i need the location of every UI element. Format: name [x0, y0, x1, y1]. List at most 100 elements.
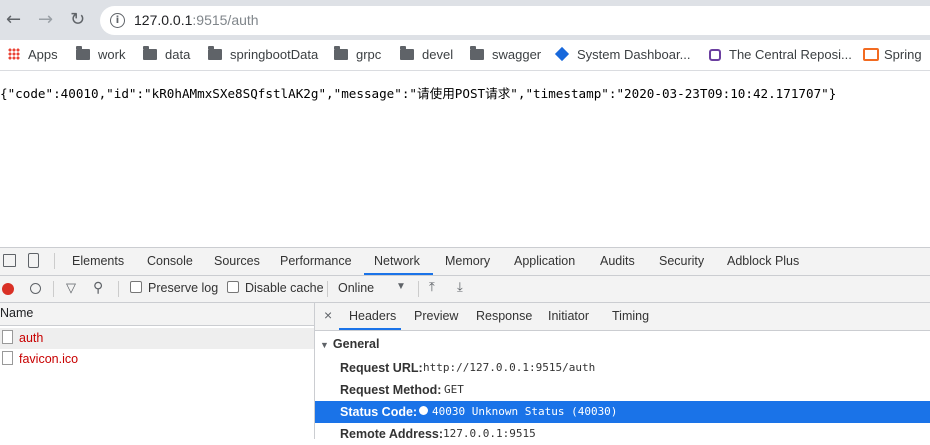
checkbox-box	[227, 281, 239, 293]
bookmarks-bar: Apps work data springbootData grpc devel…	[0, 40, 930, 71]
request-method-row[interactable]: Request Method: GET	[315, 379, 930, 401]
bookmark-springbootdata[interactable]: springbootData	[208, 46, 318, 64]
folder-icon	[470, 46, 484, 60]
back-arrow-icon[interactable]: ←	[6, 10, 21, 30]
divider	[118, 281, 119, 297]
header-value: http://127.0.0.1:9515/auth	[423, 361, 596, 374]
remote-address-row[interactable]: Remote Address: 127.0.0.1:9515	[315, 423, 930, 445]
forward-arrow-icon[interactable]: →	[38, 10, 53, 30]
tab-console[interactable]: Console	[147, 254, 193, 268]
tab-adblock-plus[interactable]: Adblock Plus	[727, 254, 799, 268]
request-row-favicon[interactable]: favicon.ico	[0, 349, 314, 370]
tab-timing[interactable]: Timing	[612, 309, 649, 323]
export-har-icon[interactable]: ⤓	[457, 279, 463, 295]
bookmark-spring[interactable]: Spring	[863, 46, 922, 64]
clear-icon[interactable]	[30, 283, 41, 294]
info-icon[interactable]: i	[110, 13, 125, 28]
tab-sources[interactable]: Sources	[214, 254, 260, 268]
bookmark-swagger[interactable]: swagger	[470, 46, 541, 64]
header-value: 40030 Unknown Status (40030)	[432, 405, 618, 418]
throttling-value: Online	[338, 281, 375, 295]
bookmark-system-dashboard[interactable]: System Dashboar...	[554, 46, 691, 64]
bookmark-work[interactable]: work	[76, 46, 125, 64]
request-url-row[interactable]: Request URL: http://127.0.0.1:9515/auth	[315, 357, 930, 379]
folder-icon	[143, 46, 157, 60]
triangle-down-icon: ▼	[320, 340, 329, 350]
status-value: 40030 Unknown Status (40030)	[419, 401, 617, 423]
tab-response[interactable]: Response	[476, 309, 532, 323]
general-section-toggle[interactable]: ▼ General	[320, 337, 379, 351]
preserve-log-checkbox[interactable]: Preserve log	[130, 281, 218, 295]
bookmark-apps[interactable]: Apps	[8, 46, 58, 64]
tab-memory[interactable]: Memory	[445, 254, 490, 268]
search-icon[interactable]: ⚲	[93, 279, 103, 296]
tab-initiator[interactable]: Initiator	[548, 309, 589, 323]
url-path: :9515/auth	[192, 12, 259, 28]
devtools-tab-bar: Elements Console Sources Performance Net…	[0, 248, 930, 276]
header-key: Request URL:	[340, 361, 423, 375]
device-toolbar-icon[interactable]	[28, 253, 39, 268]
header-key: Status Code:	[340, 405, 418, 419]
file-icon	[2, 330, 13, 344]
request-row-auth[interactable]: auth	[0, 328, 314, 349]
tab-performance[interactable]: Performance	[280, 254, 352, 268]
url-text: 127.0.0.1:9515/auth	[134, 12, 259, 28]
apps-grid-icon	[8, 48, 20, 60]
reload-icon[interactable]: ↻	[70, 10, 85, 30]
bookmark-label: grpc	[356, 47, 382, 62]
bookmark-grpc[interactable]: grpc	[334, 46, 381, 64]
browser-toolbar: ← → ↻ i 127.0.0.1:9515/auth	[0, 0, 930, 40]
folder-icon	[334, 46, 348, 60]
bookmark-data[interactable]: data	[143, 46, 190, 64]
request-detail-tabs: × Headers Preview Response Initiator Tim…	[315, 303, 930, 331]
disable-cache-checkbox[interactable]: Disable cache	[227, 281, 324, 295]
response-json-text: {"code":40010,"id":"kR0hAMmxSXe8SQfstlAK…	[0, 86, 837, 101]
bookmark-label: The Central Reposi...	[729, 47, 852, 62]
jira-icon	[554, 46, 570, 62]
divider	[418, 281, 419, 297]
url-host: 127.0.0.1	[134, 12, 193, 28]
record-icon[interactable]	[2, 283, 14, 295]
active-detail-tab-indicator	[339, 328, 401, 330]
active-tab-indicator	[364, 273, 433, 275]
name-column-label: Name	[0, 306, 34, 320]
tab-security[interactable]: Security	[659, 254, 704, 268]
tab-preview[interactable]: Preview	[414, 309, 458, 323]
header-value: 127.0.0.1:9515	[443, 427, 536, 440]
tab-application[interactable]: Application	[514, 254, 575, 268]
import-har-icon[interactable]: ⤒	[429, 279, 435, 295]
tab-network[interactable]: Network	[374, 254, 420, 268]
filter-icon[interactable]: ▽	[66, 280, 76, 296]
status-code-row[interactable]: Status Code: 40030 Unknown Status (40030…	[315, 401, 930, 423]
tab-elements[interactable]: Elements	[72, 254, 124, 268]
header-key: Request Method:	[340, 383, 442, 397]
requests-column-header[interactable]: Name	[0, 303, 315, 326]
bookmark-devel[interactable]: devel	[400, 46, 453, 64]
address-bar[interactable]: i 127.0.0.1:9515/auth	[100, 6, 930, 35]
request-name: auth	[19, 331, 44, 345]
file-icon	[2, 351, 13, 365]
hexagon-icon	[709, 49, 721, 61]
tab-audits[interactable]: Audits	[600, 254, 635, 268]
headers-detail: ▼ General Request URL: http://127.0.0.1:9…	[315, 331, 930, 441]
bookmark-label: data	[165, 47, 191, 62]
section-title: General	[332, 337, 380, 351]
bookmark-label: System Dashboar...	[577, 47, 691, 62]
divider	[53, 281, 54, 297]
request-name: favicon.ico	[19, 352, 79, 366]
tab-headers[interactable]: Headers	[349, 309, 396, 323]
devtools-panel: Elements Console Sources Performance Net…	[0, 247, 930, 441]
inspect-element-icon[interactable]	[3, 254, 16, 267]
network-toolbar: ▽ ⚲ Preserve log Disable cache Online ▼ ⤒…	[0, 276, 930, 303]
divider	[54, 253, 55, 269]
close-icon[interactable]: ×	[324, 307, 332, 323]
disable-cache-label: Disable cache	[245, 281, 324, 295]
requests-list: auth favicon.ico	[0, 326, 315, 439]
bracket-icon	[863, 48, 879, 61]
bookmark-label: springbootData	[230, 47, 319, 62]
chevron-down-icon: ▼	[396, 281, 406, 292]
throttling-select[interactable]: Online ▼	[338, 281, 406, 295]
bookmark-central-repository[interactable]: The Central Reposi...	[709, 46, 852, 64]
header-value: GET	[444, 383, 464, 396]
bookmark-label: devel	[422, 47, 454, 62]
